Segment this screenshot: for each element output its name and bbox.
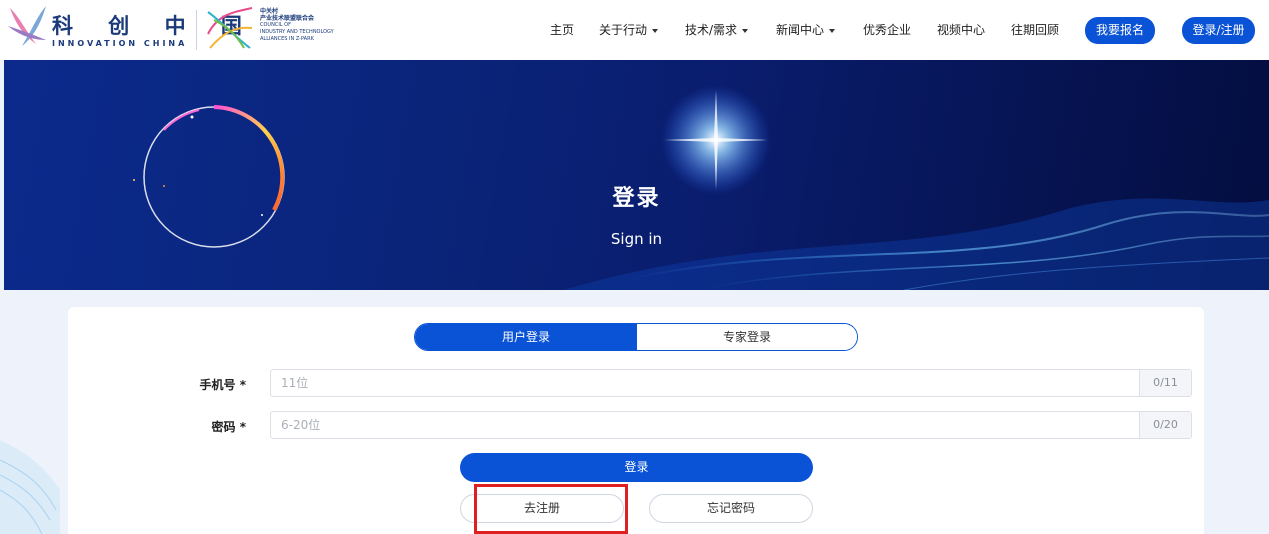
banner-decoration <box>133 85 1269 290</box>
login-register-button[interactable]: 登录/注册 <box>1182 17 1255 44</box>
login-card: 用户登录 专家登录 手机号 * 0/11 密码 * 0/20 登录 去注册 忘记… <box>68 307 1204 534</box>
forgot-password-button[interactable]: 忘记密码 <box>649 494 813 523</box>
go-register-button[interactable]: 去注册 <box>460 494 624 523</box>
alliance-line-4: INDUSTRY AND TECHNOLOGY <box>260 29 334 35</box>
chevron-down-icon <box>742 28 749 33</box>
password-field-wrapper: 0/20 <box>270 411 1192 439</box>
sign-up-event-button[interactable]: 我要报名 <box>1085 17 1155 44</box>
zpark-alliance-logo[interactable]: 中关村 产业技术联盟联合会 COUNCIL OF INDUSTRY AND TE… <box>204 4 354 56</box>
nav-item-news[interactable]: 新闻中心 <box>776 19 836 41</box>
phone-label: 手机号 * <box>199 378 246 392</box>
nav-item-about[interactable]: 关于行动 <box>599 19 659 41</box>
page-title: 登录 <box>612 186 661 211</box>
tab-expert-login[interactable]: 专家登录 <box>637 324 857 350</box>
alliance-line-3: COUNCIL OF <box>260 22 291 28</box>
chevron-down-icon <box>652 28 659 33</box>
login-type-tabs: 用户登录 专家登录 <box>414 323 858 351</box>
page-banner: 登录 Sign in <box>4 60 1269 290</box>
site-header: 科 创 中 国 INNOVATION CHINA 中关村 产业技术联盟联合会 C… <box>0 0 1269 60</box>
nav-item-home[interactable]: 主页 <box>550 19 574 41</box>
background-wave-decoration <box>0 440 60 534</box>
nav-item-videos[interactable]: 视频中心 <box>937 19 985 41</box>
phone-char-counter: 0/11 <box>1139 370 1191 396</box>
password-char-counter: 0/20 <box>1139 412 1191 438</box>
page-subtitle: Sign in <box>610 230 663 248</box>
nav-item-companies[interactable]: 优秀企业 <box>863 19 911 41</box>
phone-input[interactable] <box>271 370 1139 396</box>
ribbon-logo-icon <box>8 6 46 46</box>
login-submit-button[interactable]: 登录 <box>460 453 813 482</box>
password-label: 密码 * <box>211 420 246 434</box>
password-input[interactable] <box>271 412 1139 438</box>
tab-user-login[interactable]: 用户登录 <box>415 324 637 350</box>
nav-item-tech-demand[interactable]: 技术/需求 <box>685 19 749 41</box>
alliance-line-1: 中关村 <box>260 8 279 15</box>
chevron-down-icon <box>829 28 836 33</box>
phone-field-wrapper: 0/11 <box>270 369 1192 397</box>
innovation-china-logo[interactable]: 科 创 中 国 INNOVATION CHINA <box>6 4 242 54</box>
logo-divider <box>196 10 197 50</box>
logo-english-text: INNOVATION CHINA <box>52 39 188 48</box>
alliance-line-2: 产业技术联盟联合会 <box>260 15 315 22</box>
alliance-logo-text: 中关村 产业技术联盟联合会 COUNCIL OF INDUSTRY AND TE… <box>260 8 334 43</box>
alliance-line-5: ALLIANCES IN Z-PARK <box>260 36 314 42</box>
nav-item-review[interactable]: 往期回顾 <box>1011 19 1059 41</box>
alliance-emblem-icon <box>207 7 253 49</box>
